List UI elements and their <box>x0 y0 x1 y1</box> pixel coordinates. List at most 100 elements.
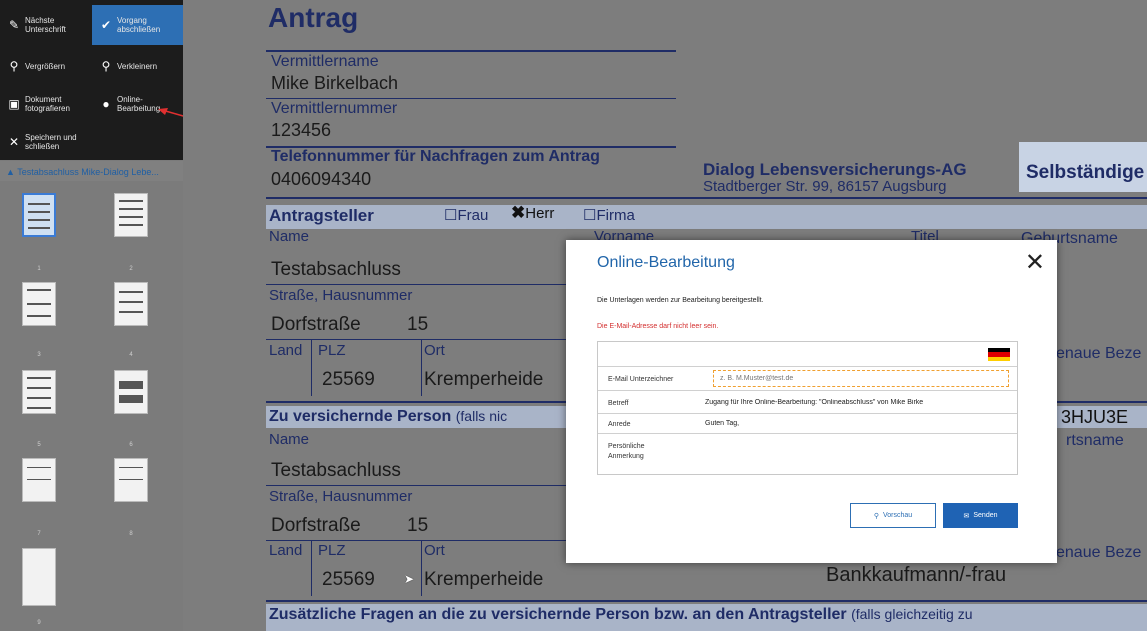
zip-label: PLZ <box>318 342 346 359</box>
language-flag-icon[interactable] <box>988 348 1010 361</box>
country-label-2: Land <box>269 542 303 559</box>
phone-label: Telefonnummer für Nachfragen zum Antrag <box>271 148 600 165</box>
section-header-selbst: Selbständige <box>1019 142 1147 192</box>
page-thumbnail-9[interactable] <box>22 548 56 606</box>
zip-field-2[interactable]: 25569 <box>322 569 375 591</box>
page-number: 9 <box>37 620 41 626</box>
send-button[interactable]: ✉ Senden <box>943 503 1018 528</box>
triangle-icon: ▲ <box>6 167 15 177</box>
email-row: E-Mail Unterzeichner <box>598 366 1017 390</box>
city-field-2[interactable]: Kremperheide <box>424 569 543 591</box>
subject-row: Betreff Zugang für Ihre Online-Bearbeitu… <box>598 390 1017 413</box>
broker-name-label: Vermittlername <box>271 53 379 70</box>
country-label: Land <box>269 342 303 359</box>
name-label: Name <box>269 228 310 245</box>
email-label: E-Mail Unterzeichner <box>608 376 674 383</box>
page-thumbnail-7[interactable] <box>22 458 56 502</box>
page-number: 2 <box>129 266 133 272</box>
salutation-row: Anrede Guten Tag, <box>598 413 1017 433</box>
page-number: 3 <box>37 352 41 358</box>
online-editing-dialog: Online-Bearbeitung ✕ Die Unterlagen werd… <box>566 240 1057 563</box>
zip-field[interactable]: 25569 <box>322 369 375 391</box>
photo-document-button[interactable]: ▣ Dokument fotografieren <box>0 84 91 124</box>
opt-frau[interactable]: ☐Frau <box>444 206 488 224</box>
page-number: 8 <box>129 531 133 537</box>
next-signature-button[interactable]: ✎ Nächste Unterschrift <box>0 5 91 45</box>
house-number-field[interactable]: 15 <box>407 314 428 336</box>
code-text: 3HJU3E <box>1061 407 1129 427</box>
dialog-form: E-Mail Unterzeichner Betreff Zugang für … <box>597 341 1018 475</box>
check-icon: ✔ <box>100 17 112 32</box>
signature-icon: ✎ <box>8 17 20 32</box>
preview-button[interactable]: ⚲ Vorschau <box>850 503 936 528</box>
city-field[interactable]: Kremperheide <box>424 369 543 391</box>
name-field[interactable]: Testabsachluss <box>271 259 401 281</box>
applicant-header: Antragsteller <box>269 206 374 225</box>
page-thumbnail-4[interactable] <box>114 282 148 326</box>
preview-icon: ⚲ <box>873 512 879 520</box>
document-title: Antrag <box>268 2 359 33</box>
user-icon: ● <box>102 96 110 111</box>
zoom-out-button[interactable]: ⚲ Verkleinern <box>92 46 183 86</box>
zoom-in-button[interactable]: ⚲ Vergrößern <box>0 46 91 86</box>
page-number: 1 <box>37 266 41 272</box>
email-input[interactable] <box>713 370 1009 387</box>
document-tree-item[interactable]: ▲ Testabsachluss Mike-Dialog Lebe... <box>0 161 183 181</box>
occupation-field[interactable]: Bankkaufmann/-frau <box>826 564 1006 587</box>
occupation-label: enaue Beze <box>1056 345 1142 362</box>
close-icon[interactable]: ✕ <box>1025 248 1045 277</box>
page-number: 6 <box>129 442 133 448</box>
broker-name-field[interactable]: Mike Birkelbach <box>271 73 398 94</box>
toolbar: ✎ Nächste Unterschrift ✔ Vorgang abschli… <box>0 0 183 160</box>
page-thumbnail-3[interactable] <box>22 282 56 326</box>
birthname-label-2: rtsname <box>1066 432 1124 449</box>
insured-header: Zu versichernde Person (falls nic <box>269 408 508 425</box>
name-label-2: Name <box>269 431 310 448</box>
mouse-cursor-icon: ➤ <box>404 572 415 586</box>
zoom-in-icon: ⚲ <box>9 58 19 73</box>
street-label-2: Straße, Hausnummer <box>269 488 413 505</box>
street-field-2[interactable]: Dorfstraße <box>271 515 361 537</box>
page-thumbnail-1[interactable] <box>22 193 56 237</box>
subject-label: Betreff <box>608 400 629 407</box>
occupation-label-2: enaue Beze <box>1056 544 1142 561</box>
error-message: Die E-Mail-Adresse darf nicht leer sein. <box>597 323 719 330</box>
page-thumbnail-8[interactable] <box>114 458 148 502</box>
zoom-out-icon: ⚲ <box>101 58 111 73</box>
sidebar: ✎ Nächste Unterschrift ✔ Vorgang abschli… <box>0 0 183 631</box>
name-field-2[interactable]: Testabsachluss <box>271 460 401 482</box>
note-row: Persönliche Anmerkung <box>598 433 1017 475</box>
camera-icon: ▣ <box>8 96 20 111</box>
salutation-field[interactable]: Guten Tag, <box>705 420 1010 427</box>
note-field[interactable] <box>705 442 1010 472</box>
page-thumbnail-2[interactable] <box>114 193 148 237</box>
send-icon: ✉ <box>963 512 970 520</box>
city-label: Ort <box>424 342 445 359</box>
page-thumbnail-5[interactable] <box>22 370 56 414</box>
note-label: Persönliche Anmerkung <box>608 443 645 460</box>
extra-questions-header: Zusätzliche Fragen an die zu versichernd… <box>269 606 973 623</box>
company-name: Dialog Lebensversicherungs-AG <box>703 160 967 179</box>
zip-label-2: PLZ <box>318 542 346 559</box>
city-label-2: Ort <box>424 542 445 559</box>
page-thumbnail-6[interactable] <box>114 370 148 414</box>
company-address: Stadtberger Str. 99, 86157 Augsburg <box>703 178 947 195</box>
street-label: Straße, Hausnummer <box>269 287 413 304</box>
save-close-button[interactable]: ✕ Speichern und schließen <box>0 122 91 162</box>
page-number: 4 <box>129 352 133 358</box>
street-field[interactable]: Dorfstraße <box>271 314 361 336</box>
finish-process-button[interactable]: ✔ Vorgang abschließen <box>92 5 183 45</box>
phone-field[interactable]: 0406094340 <box>271 169 371 190</box>
broker-number-label: Vermittlernummer <box>271 100 398 117</box>
dialog-title: Online-Bearbeitung <box>597 254 735 271</box>
page-number: 7 <box>37 531 41 537</box>
page-number: 5 <box>37 442 41 448</box>
broker-number-field[interactable]: 123456 <box>271 120 331 141</box>
salutation-label: Anrede <box>608 421 631 428</box>
dialog-info-text: Die Unterlagen werden zur Bearbeitung be… <box>597 297 764 304</box>
opt-herr[interactable]: ✖Herr <box>511 203 554 223</box>
subject-field[interactable]: Zugang für Ihre Online-Bearbeitung: "Onl… <box>705 399 1010 406</box>
opt-firma[interactable]: ☐Firma <box>583 206 635 224</box>
house-number-field-2[interactable]: 15 <box>407 515 428 537</box>
close-icon: ✕ <box>8 134 20 149</box>
